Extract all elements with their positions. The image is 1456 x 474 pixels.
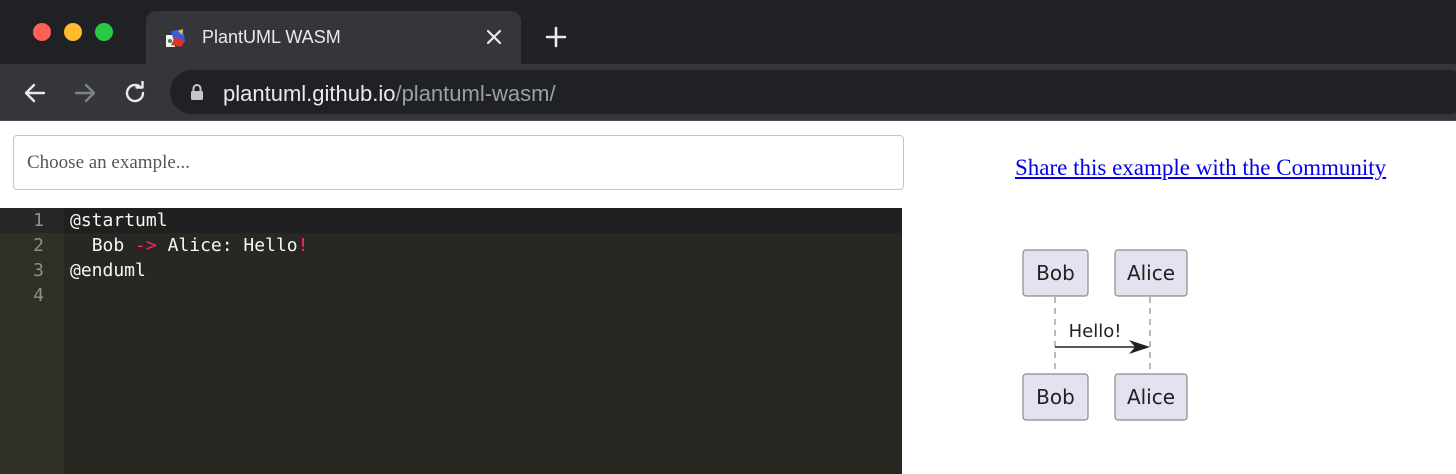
line-number: 2 [33, 235, 44, 256]
example-select-placeholder: Choose an example... [27, 152, 191, 173]
window-maximize-button[interactable] [95, 23, 113, 41]
participant-label: Bob [1036, 261, 1075, 285]
participant-label: Alice [1127, 261, 1175, 285]
address-bar[interactable]: plantuml.github.io/plantuml-wasm/ [170, 70, 1456, 114]
tab-close-icon[interactable] [481, 24, 507, 50]
code-line[interactable]: @startuml [70, 208, 168, 233]
participant-label: Bob [1036, 385, 1075, 409]
share-example-link[interactable]: Share this example with the Community [1015, 155, 1386, 181]
lock-icon[interactable] [190, 83, 204, 101]
window-close-button[interactable] [33, 23, 51, 41]
plantuml-favicon-icon [165, 27, 187, 49]
code-editor[interactable]: 1 2 3 4 @startuml Bob -> Alice: Hello! @… [0, 208, 902, 474]
code-bang: ! [297, 235, 309, 256]
message-label: Hello! [1069, 321, 1122, 342]
new-tab-plus-icon[interactable] [542, 23, 570, 51]
code-text: @enduml [70, 260, 146, 281]
back-arrow-icon[interactable] [20, 78, 50, 108]
url-path: /plantuml-wasm/ [395, 81, 556, 106]
tab-title: PlantUML WASM [202, 27, 341, 47]
code-arrow: -> [135, 235, 157, 256]
line-number: 1 [33, 210, 44, 231]
participant-label: Alice [1127, 385, 1175, 409]
code-message: Alice: Hello [167, 235, 298, 256]
code-line[interactable]: @enduml [70, 258, 146, 283]
url-host: plantuml.github.io [223, 81, 396, 106]
window-minimize-button[interactable] [64, 23, 82, 41]
line-number: 3 [33, 260, 44, 281]
code-line[interactable]: Bob -> Alice: Hello! [70, 233, 309, 258]
code-participant: Bob [91, 235, 125, 256]
browser-chrome: PlantUML WASM plantuml.github.io/plantum… [0, 0, 1456, 121]
browser-toolbar: plantuml.github.io/plantuml-wasm/ [0, 64, 1456, 121]
reload-icon[interactable] [120, 78, 150, 108]
code-text: @startuml [70, 210, 168, 231]
line-number: 4 [33, 285, 44, 306]
address-url[interactable]: plantuml.github.io/plantuml-wasm/ [223, 81, 556, 107]
browser-tab-plantuml[interactable]: PlantUML WASM [146, 11, 521, 64]
forward-arrow-icon[interactable] [70, 78, 100, 108]
tab-strip: PlantUML WASM [0, 0, 1456, 64]
sequence-diagram: Bob Alice Hello! Bob Alice [1022, 249, 1188, 421]
example-select[interactable]: Choose an example... [13, 135, 904, 190]
